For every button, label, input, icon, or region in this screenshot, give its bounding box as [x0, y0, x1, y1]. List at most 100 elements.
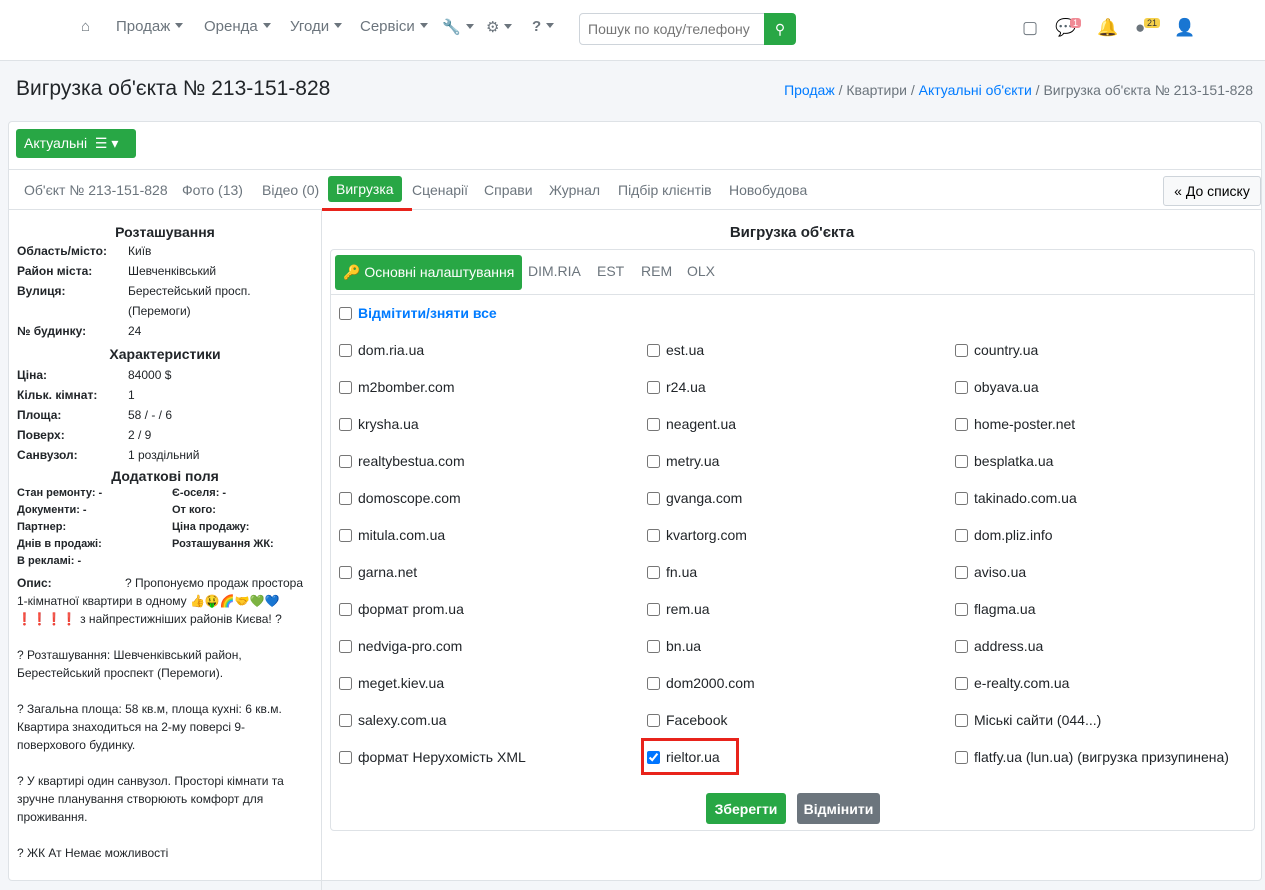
tab-export[interactable]: Вигрузка — [328, 176, 402, 202]
back-to-list-button[interactable]: « До списку — [1163, 176, 1261, 206]
site-checkbox-input[interactable] — [647, 417, 660, 431]
site-checkbox-input[interactable] — [647, 343, 660, 357]
tab-est[interactable]: EST — [597, 263, 624, 279]
site-checkbox[interactable]: Міські сайти (044...) — [955, 712, 1101, 728]
site-checkbox-input[interactable] — [955, 602, 968, 616]
tab-object[interactable]: Об'єкт № 213-151-828 — [24, 182, 168, 198]
tab-clients[interactable]: Підбір клієнтів — [618, 182, 712, 198]
user-icon[interactable]: 👤 — [1174, 18, 1195, 38]
site-checkbox[interactable]: формат Нерухомість XML — [339, 749, 526, 765]
tab-video[interactable]: Відео (0) — [262, 182, 319, 198]
site-checkbox[interactable]: address.ua — [955, 638, 1043, 654]
site-checkbox[interactable]: realtybestua.com — [339, 453, 465, 469]
site-checkbox[interactable]: fn.ua — [647, 564, 697, 580]
site-checkbox-input[interactable] — [955, 528, 968, 542]
site-checkbox[interactable]: krysha.ua — [339, 416, 419, 432]
site-checkbox-input[interactable] — [955, 343, 968, 357]
site-checkbox-input[interactable] — [647, 639, 660, 653]
site-checkbox[interactable]: bn.ua — [647, 638, 701, 654]
site-checkbox[interactable]: domoscope.com — [339, 490, 461, 506]
tab-dimria[interactable]: DIM.RIA — [528, 263, 581, 279]
site-checkbox[interactable]: meget.kiev.ua — [339, 675, 444, 691]
bell-icon[interactable]: 🔔 — [1097, 18, 1118, 38]
help-icon[interactable]: ? — [532, 18, 554, 35]
site-checkbox[interactable]: m2bomber.com — [339, 379, 454, 395]
tab-rem[interactable]: REM — [641, 263, 672, 279]
site-checkbox-input[interactable] — [339, 676, 352, 690]
site-checkbox-input[interactable] — [955, 750, 968, 764]
site-checkbox[interactable]: metry.ua — [647, 453, 719, 469]
site-checkbox[interactable]: flagma.ua — [955, 601, 1035, 617]
nav-rent[interactable]: Оренда — [204, 18, 271, 35]
site-checkbox-input[interactable] — [647, 454, 660, 468]
site-checkbox[interactable]: home-poster.net — [955, 416, 1075, 432]
site-checkbox[interactable]: flatfy.ua (lun.ua) (вигрузка призупинена… — [955, 749, 1229, 765]
site-checkbox[interactable]: dom.pliz.info — [955, 527, 1053, 543]
site-checkbox[interactable]: aviso.ua — [955, 564, 1026, 580]
search-input[interactable] — [579, 13, 765, 45]
status-dropdown[interactable]: Актуальні ☰ ▾ — [16, 129, 136, 158]
site-checkbox[interactable]: Facebook — [647, 712, 727, 728]
site-checkbox[interactable]: besplatka.ua — [955, 453, 1053, 469]
tab-newbuild[interactable]: Новобудова — [729, 182, 807, 198]
site-checkbox[interactable]: dom2000.com — [647, 675, 755, 691]
tab-tasks[interactable]: Справи — [484, 182, 533, 198]
site-checkbox[interactable]: est.ua — [647, 342, 704, 358]
site-checkbox-input[interactable] — [647, 676, 660, 690]
site-checkbox[interactable]: takinado.com.ua — [955, 490, 1077, 506]
tab-journal[interactable]: Журнал — [549, 182, 600, 198]
site-checkbox[interactable]: garna.net — [339, 564, 417, 580]
site-checkbox-input[interactable] — [647, 602, 660, 616]
site-checkbox-input[interactable] — [955, 676, 968, 690]
site-checkbox-input[interactable] — [647, 713, 660, 727]
site-checkbox[interactable]: dom.ria.ua — [339, 342, 424, 358]
site-checkbox-input[interactable] — [647, 565, 660, 579]
search-button[interactable]: ⚲ — [764, 13, 796, 45]
breadcrumb-sales[interactable]: Продаж — [784, 82, 835, 98]
site-checkbox-input[interactable] — [339, 380, 352, 394]
site-checkbox[interactable]: rem.ua — [647, 601, 710, 617]
home-icon[interactable]: ⌂ — [81, 18, 90, 35]
select-all-input[interactable] — [339, 306, 352, 320]
site-checkbox-input[interactable] — [955, 491, 968, 505]
site-checkbox-input[interactable] — [339, 602, 352, 616]
site-checkbox-input[interactable] — [955, 380, 968, 394]
site-checkbox[interactable]: e-realty.com.ua — [955, 675, 1069, 691]
tab-main-settings[interactable]: 🔑 Основні налаштування — [335, 255, 523, 290]
tab-scenarios[interactable]: Сценарії — [412, 182, 468, 198]
site-checkbox[interactable]: obyava.ua — [955, 379, 1039, 395]
site-checkbox-input[interactable] — [955, 713, 968, 727]
site-checkbox-input[interactable] — [647, 528, 660, 542]
wrench-icon[interactable]: 🔧 — [442, 18, 474, 36]
tab-olx[interactable]: OLX — [687, 263, 715, 279]
site-checkbox[interactable]: salexy.com.ua — [339, 712, 446, 728]
site-checkbox-input[interactable] — [339, 343, 352, 357]
site-checkbox-input[interactable] — [647, 380, 660, 394]
site-checkbox[interactable]: neagent.ua — [647, 416, 736, 432]
site-checkbox-input[interactable] — [955, 565, 968, 579]
site-checkbox-input[interactable] — [339, 491, 352, 505]
select-all-checkbox[interactable]: Відмітити/зняти все — [339, 305, 497, 321]
site-checkbox-input[interactable] — [955, 454, 968, 468]
nav-services[interactable]: Сервіси — [360, 18, 428, 35]
breadcrumb-active[interactable]: Актуальні об'єкти — [919, 82, 1032, 98]
site-checkbox-input[interactable] — [339, 528, 352, 542]
tab-photo[interactable]: Фото (13) — [182, 182, 243, 198]
site-checkbox[interactable]: формат prom.ua — [339, 601, 464, 617]
book-icon[interactable]: ▢ — [1022, 18, 1038, 38]
site-checkbox-input[interactable] — [339, 565, 352, 579]
site-checkbox-input[interactable] — [339, 639, 352, 653]
save-button[interactable]: Зберегти — [706, 793, 786, 824]
nav-deals[interactable]: Угоди — [290, 18, 342, 35]
site-checkbox[interactable]: kvartorg.com — [647, 527, 747, 543]
site-checkbox-input[interactable] — [955, 639, 968, 653]
site-checkbox[interactable]: mitula.com.ua — [339, 527, 445, 543]
nav-sales[interactable]: Продаж — [116, 18, 183, 35]
gear-icon[interactable]: ⚙ — [486, 18, 512, 36]
site-checkbox[interactable]: country.ua — [955, 342, 1038, 358]
site-checkbox-input[interactable] — [647, 491, 660, 505]
site-checkbox[interactable]: r24.ua — [647, 379, 706, 395]
site-checkbox-input[interactable] — [955, 417, 968, 431]
site-checkbox-input[interactable] — [339, 713, 352, 727]
site-checkbox-input[interactable] — [339, 454, 352, 468]
